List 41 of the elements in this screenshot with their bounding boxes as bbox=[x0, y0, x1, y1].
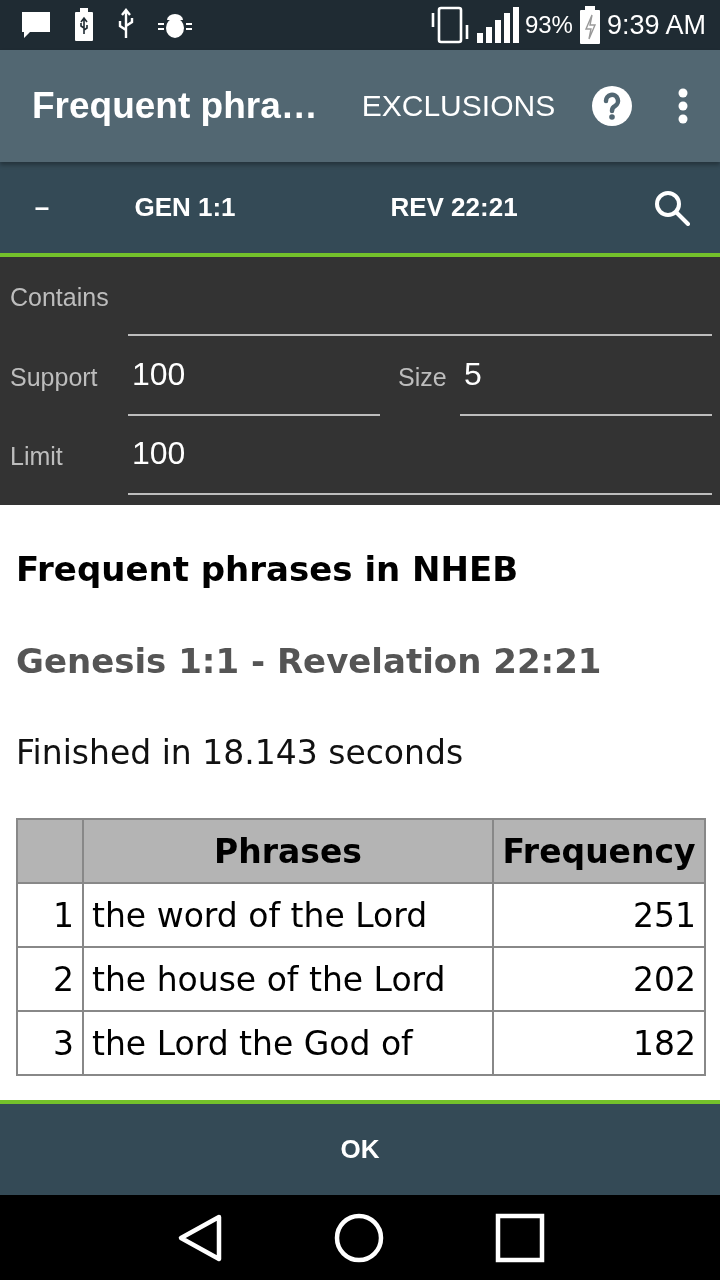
clock-time: 9:39 AM bbox=[606, 9, 706, 41]
home-icon[interactable] bbox=[334, 1212, 384, 1263]
column-header: Phrases bbox=[83, 819, 493, 883]
phrase-cell: the word of the Lord bbox=[83, 883, 493, 947]
header-cell bbox=[17, 819, 83, 883]
minus-button[interactable]: – bbox=[0, 186, 84, 229]
more-icon bbox=[678, 88, 688, 124]
field-label: Contains bbox=[10, 283, 110, 314]
battery-charging-icon bbox=[578, 5, 601, 45]
timing-text: Finished in 18.143 seconds bbox=[16, 733, 465, 772]
message-icon bbox=[20, 10, 52, 40]
battery-percent: 93% bbox=[524, 11, 573, 39]
input-field[interactable]: 5 bbox=[460, 349, 712, 416]
input-field[interactable]: 100 bbox=[128, 349, 380, 416]
field-label: Limit bbox=[10, 442, 64, 472]
frequency-cell: 202 bbox=[493, 947, 705, 1011]
recents-icon[interactable] bbox=[494, 1212, 545, 1263]
end-verse-button[interactable]: REV 22:21 bbox=[388, 186, 520, 229]
vibrate-icon bbox=[430, 5, 469, 45]
phrase-cell: the house of the Lord bbox=[83, 947, 493, 1011]
search-icon bbox=[654, 189, 690, 226]
column-header: Frequency bbox=[493, 819, 705, 883]
row-number: 3 bbox=[17, 1011, 83, 1075]
screen-title: Frequent phra… bbox=[32, 85, 318, 127]
frequency-cell: 182 bbox=[493, 1011, 705, 1075]
signal-icon bbox=[474, 5, 519, 45]
field-label: Support bbox=[10, 362, 99, 393]
report-title: Frequent phrases in NHEB bbox=[16, 549, 520, 589]
input-field[interactable]: 100 bbox=[128, 429, 712, 495]
row-number: 2 bbox=[17, 947, 83, 1011]
bug-icon bbox=[158, 11, 192, 39]
battery-usb-icon bbox=[74, 8, 94, 42]
start-verse-button[interactable]: GEN 1:1 bbox=[134, 186, 236, 229]
verse-range: Genesis 1:1 - Revelation 22:21 bbox=[16, 641, 603, 681]
exclusions-button[interactable]: EXCLUSIONS bbox=[357, 85, 560, 127]
frequency-cell: 251 bbox=[493, 883, 705, 947]
field-label: Size bbox=[398, 362, 448, 393]
ok-button[interactable]: OK bbox=[310, 1124, 410, 1175]
phrase-cell: the Lord the God of bbox=[83, 1011, 493, 1075]
help-icon bbox=[592, 86, 632, 126]
row-number: 1 bbox=[17, 883, 83, 947]
